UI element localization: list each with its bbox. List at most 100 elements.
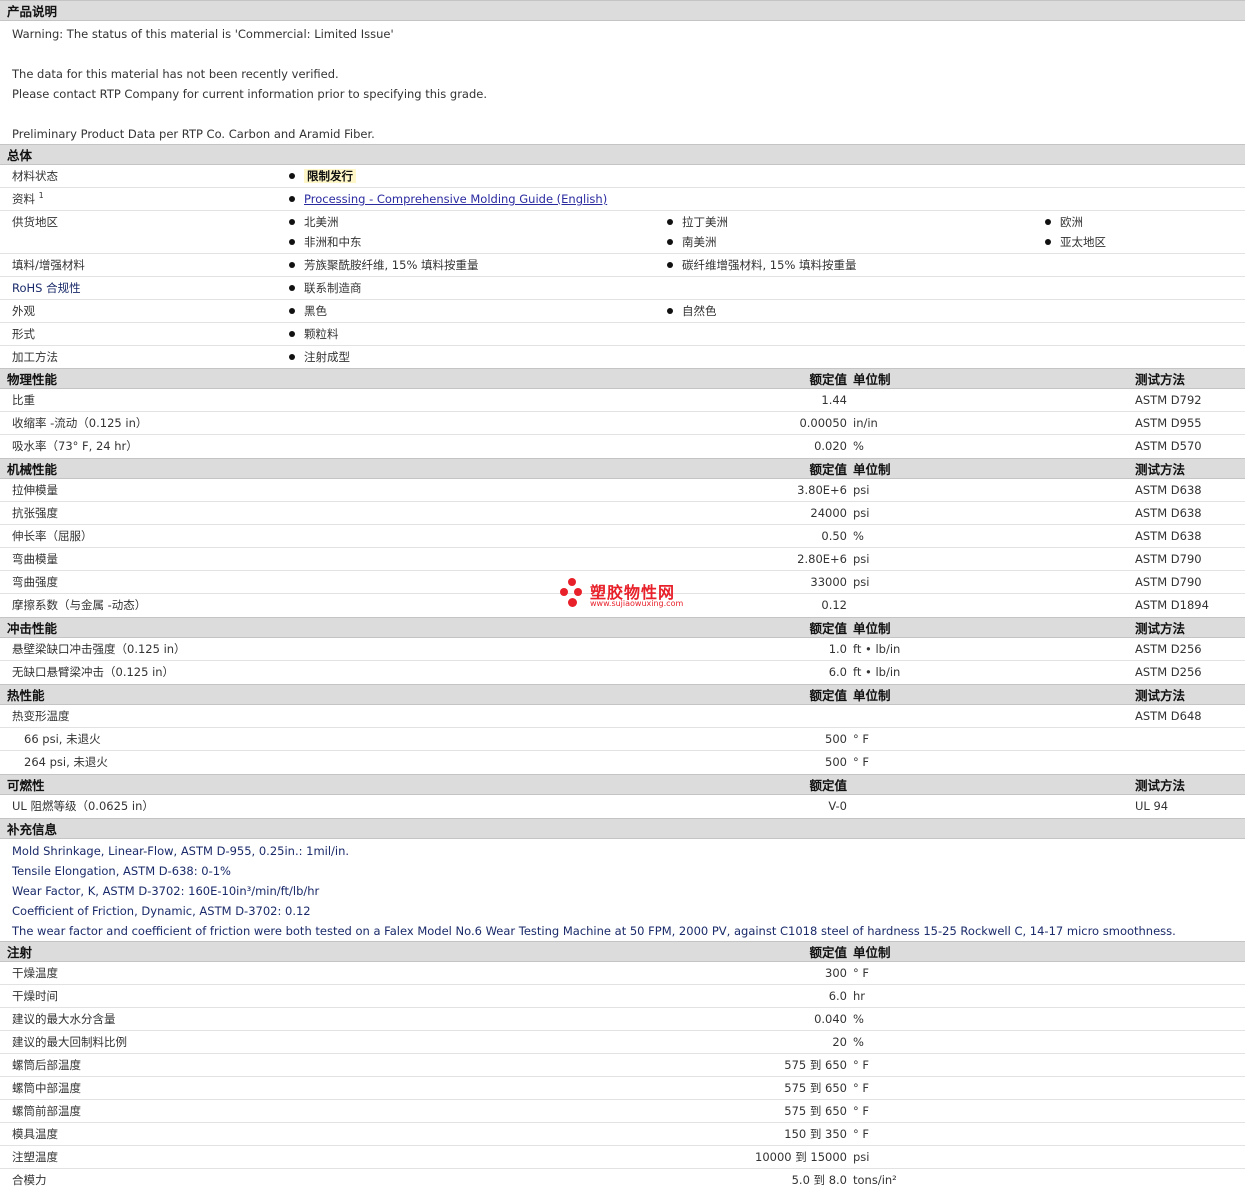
appearance-item: 黑色 [289, 301, 327, 321]
section-header-supplementary: 补充信息 [0, 818, 1245, 839]
footnote-marker: 1 [38, 191, 44, 200]
bullet-icon [289, 330, 295, 337]
row-label: 加工方法 [12, 350, 58, 364]
region-text: 北美洲 [304, 215, 339, 229]
property-value: 1.0 [828, 642, 847, 656]
test-method: ASTM D790 [1135, 552, 1202, 566]
general-row-status: 材料状态 限制发行 [0, 165, 1245, 188]
bullet-icon [289, 195, 295, 202]
property-unit: ° F [853, 755, 870, 769]
property-value: 0.12 [821, 598, 847, 612]
general-row-rohs: RoHS 合规性 联系制造商 [0, 277, 1245, 300]
bullet-icon [289, 307, 295, 314]
property-label: 弯曲模量 [12, 552, 58, 566]
watermark-logo: 塑胶物性网 www.sujiaowuxing.com [560, 578, 690, 612]
section-title: 总体 [7, 148, 33, 163]
section-title: 补充信息 [7, 822, 58, 837]
description-line [0, 44, 1245, 64]
bullet-icon [289, 238, 295, 245]
property-label: 抗张强度 [12, 506, 58, 520]
column-header-unit: 单位制 [853, 372, 891, 387]
region-item: 非洲和中东 [289, 232, 362, 252]
row-label: 外观 [12, 304, 35, 318]
property-label: UL 阻燃等级（0.0625 in） [12, 799, 154, 813]
supplementary-line: Tensile Elongation, ASTM D-638: 0-1% [12, 864, 231, 878]
property-unit: tons/in² [853, 1173, 897, 1187]
property-value: 20 [832, 1035, 847, 1049]
property-unit: ° F [853, 966, 870, 980]
property-unit: hr [853, 989, 866, 1003]
test-method: UL 94 [1135, 799, 1169, 813]
column-header-test: 测试方法 [1135, 621, 1186, 636]
property-value: 6.0 [828, 989, 847, 1003]
property-unit: % [853, 1012, 864, 1026]
property-value: 10000 到 15000 [755, 1150, 847, 1164]
molding-guide-link[interactable]: Processing - Comprehensive Molding Guide… [304, 192, 607, 206]
rohs-text: 联系制造商 [304, 281, 362, 295]
property-value: 500 [825, 732, 847, 746]
property-label: 比重 [12, 393, 35, 407]
property-unit: ° F [853, 1058, 870, 1072]
description-line: The data for this material has not been … [12, 67, 339, 81]
test-method: ASTM D638 [1135, 483, 1202, 497]
test-method: ASTM D792 [1135, 393, 1202, 407]
column-header-value: 额定值 [809, 778, 847, 793]
test-method: ASTM D648 [1135, 709, 1202, 723]
general-row-processing: 加工方法 注射成型 [0, 346, 1245, 368]
table-row: 建议的最大回制料比例 20% [0, 1031, 1245, 1054]
property-value: 575 到 650 [784, 1058, 847, 1072]
general-row-filler: 填料/增强材料 芳族聚酰胺纤维, 15% 填料按重量 碳纤维增强材料, 15% … [0, 254, 1245, 277]
table-row: 吸水率（73° F, 24 hr） 0.020% ASTM D570 [0, 435, 1245, 458]
table-row: 注塑温度 10000 到 15000 psi [0, 1146, 1245, 1169]
table-row: 建议的最大水分含量 0.040% [0, 1008, 1245, 1031]
supplementary-block: Mold Shrinkage, Linear-Flow, ASTM D-955,… [0, 839, 1245, 941]
section-title: 机械性能 [7, 462, 58, 477]
appearance-text: 自然色 [682, 304, 717, 318]
table-row: 拉伸模量 3.80E+6 psi ASTM D638 [0, 479, 1245, 502]
docs-cell: Processing - Comprehensive Molding Guide… [289, 189, 607, 209]
description-line [0, 104, 1245, 124]
region-text: 拉丁美洲 [682, 215, 728, 229]
property-value: 0.020 [814, 439, 847, 453]
bullet-icon [289, 172, 295, 179]
test-method: ASTM D955 [1135, 416, 1202, 430]
section-title: 物理性能 [7, 372, 58, 387]
supplementary-line: Coefficient of Friction, Dynamic, ASTM D… [12, 904, 311, 918]
column-header-value: 额定值 [809, 688, 847, 703]
table-row: 66 psi, 未退火 500 ° F [0, 728, 1245, 751]
section-title: 冲击性能 [7, 621, 58, 636]
property-unit: % [853, 529, 864, 543]
bullet-icon [667, 261, 673, 268]
column-header-value: 额定值 [809, 372, 847, 387]
filler-item: 芳族聚酰胺纤维, 15% 填料按重量 [289, 255, 479, 275]
form-item: 颗粒料 [289, 324, 339, 344]
section-title: 可燃性 [7, 778, 45, 793]
property-unit: ° F [853, 1127, 870, 1141]
section-title: 产品说明 [7, 4, 58, 19]
bullet-icon [667, 307, 673, 314]
property-value: 575 到 650 [784, 1104, 847, 1118]
bullet-icon [667, 218, 673, 225]
region-item: 北美洲 [289, 212, 339, 232]
property-label: 悬壁梁缺口冲击强度（0.125 in） [12, 642, 186, 656]
property-value: 150 到 350 [784, 1127, 847, 1141]
section-header-impact: 冲击性能 额定值 单位制 测试方法 [0, 617, 1245, 638]
property-unit: ft • lb/in [853, 642, 901, 656]
watermark-dot-icon [568, 598, 577, 607]
injection-rows: 干燥温度 300 ° F 干燥时间 6.0 hr 建议的最大水分含量 0.040% 建议的… [0, 962, 1245, 1192]
section-header-general: 总体 [0, 144, 1245, 165]
bullet-icon [289, 353, 295, 360]
thermal-rows: 热变形温度 ASTM D648 66 psi, 未退火 500 ° F 264 psi… [0, 705, 1245, 774]
table-row: 抗张强度 24000 psi ASTM D638 [0, 502, 1245, 525]
property-unit: psi [853, 575, 870, 589]
property-unit: psi [853, 506, 870, 520]
property-value: 0.040 [814, 1012, 847, 1026]
property-unit: ° F [853, 1104, 870, 1118]
table-row: 合模力 5.0 到 8.0 tons/in² [0, 1169, 1245, 1192]
property-unit: psi [853, 1150, 870, 1164]
form-text: 颗粒料 [304, 327, 339, 341]
section-header-thermal: 热性能 额定值 单位制 测试方法 [0, 684, 1245, 705]
row-label: 供货地区 [12, 215, 58, 229]
row-label-text: 资料 [12, 192, 35, 206]
property-label: 热变形温度 [12, 709, 70, 723]
